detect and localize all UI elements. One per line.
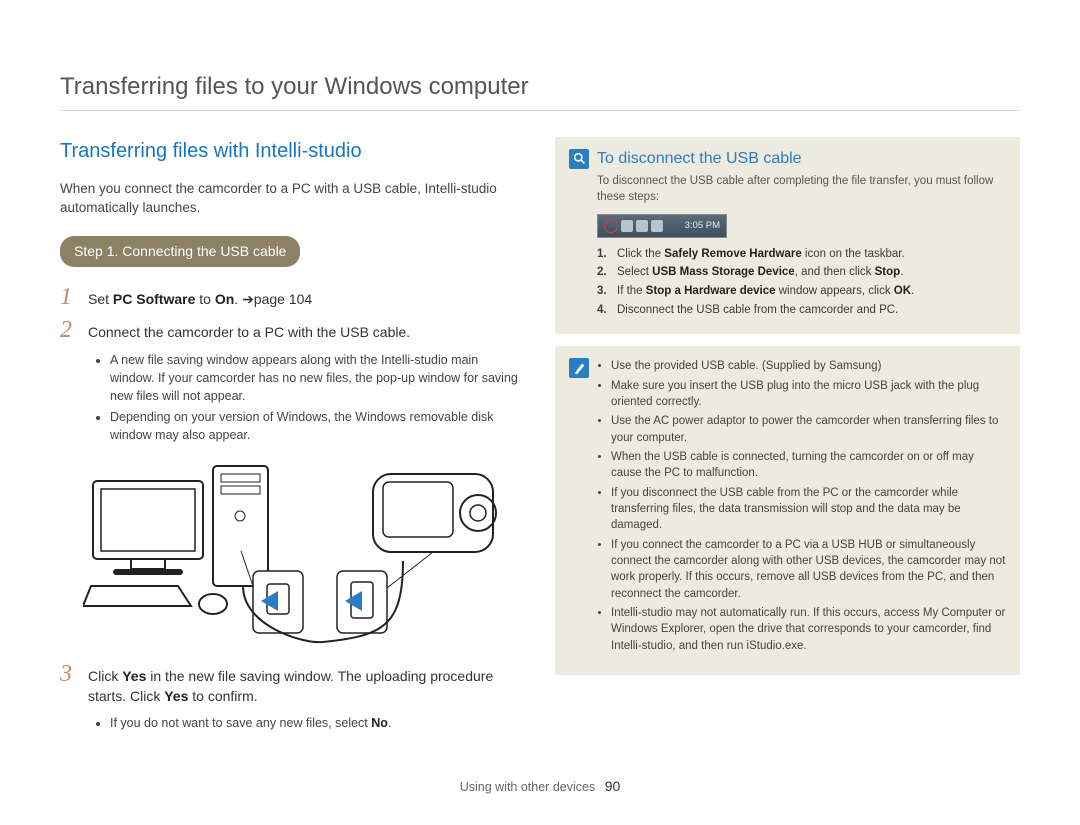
step-item-2: 2 Connect the camcorder to a PC with the… (60, 318, 525, 343)
step-item-1: 1 Set PC Software to On. ➔page 104 (60, 285, 525, 310)
panel-title: To disconnect the USB cable (597, 148, 802, 170)
list-item: 3.If the Stop a Hardware device window a… (597, 283, 1006, 300)
step-text: Click Yes in the new file saving window.… (88, 664, 525, 706)
connection-diagram (83, 456, 503, 646)
disconnect-panel: To disconnect the USB cable To disconnec… (555, 137, 1020, 335)
step-text: Connect the camcorder to a PC with the U… (88, 320, 525, 343)
note-icon (569, 358, 589, 378)
magnify-icon (569, 149, 589, 169)
list-item: A new file saving window appears along w… (110, 351, 525, 405)
sub-bullets: A new file saving window appears along w… (60, 351, 525, 445)
list-item: 2.Select USB Mass Storage Device, and th… (597, 264, 1006, 281)
sub-bullets: If you do not want to save any new files… (60, 714, 525, 732)
list-item: Use the provided USB cable. (Supplied by… (611, 358, 1006, 374)
step-item-3: 3 Click Yes in the new file saving windo… (60, 662, 525, 706)
page-title: Transferring files to your Windows compu… (60, 70, 1020, 111)
list-item: Make sure you insert the USB plug into t… (611, 378, 1006, 411)
notes-panel: Use the provided USB cable. (Supplied by… (555, 346, 1020, 675)
footer-label: Using with other devices (460, 780, 595, 794)
notes-list: Use the provided USB cable. (Supplied by… (597, 358, 1006, 657)
tray-icon (636, 220, 648, 232)
panel-subtext: To disconnect the USB cable after comple… (569, 174, 1006, 206)
list-item: Depending on your version of Windows, th… (110, 408, 525, 444)
step-badge: Step 1. Connecting the USB cable (60, 236, 300, 268)
step-text: Set PC Software to On. ➔page 104 (88, 287, 525, 310)
left-column: Transferring files with Intelli-studio W… (60, 137, 525, 739)
list-item: If you do not want to save any new files… (110, 714, 525, 732)
taskbar-screenshot: 3:05 PM (597, 214, 727, 238)
list-item: Use the AC power adaptor to power the ca… (611, 413, 1006, 446)
page-number: 90 (605, 778, 621, 794)
tray-icon (651, 220, 663, 232)
step-number: 3 (60, 662, 88, 686)
step-number: 2 (60, 318, 88, 342)
list-item: 1.Click the Safely Remove Hardware icon … (597, 246, 1006, 263)
intro-text: When you connect the camcorder to a PC w… (60, 179, 525, 218)
list-item: When the USB cable is connected, turning… (611, 449, 1006, 482)
tray-icon (621, 220, 633, 232)
right-column: To disconnect the USB cable To disconnec… (555, 137, 1020, 739)
page-footer: Using with other devices 90 (0, 777, 1080, 797)
list-item: 4.Disconnect the USB cable from the camc… (597, 302, 1006, 319)
list-item: If you connect the camcorder to a PC via… (611, 537, 1006, 602)
step-number: 1 (60, 285, 88, 309)
safely-remove-icon (604, 219, 618, 233)
numbered-steps: 1.Click the Safely Remove Hardware icon … (569, 246, 1006, 319)
section-heading: Transferring files with Intelli-studio (60, 137, 525, 165)
list-item: Intelli-studio may not automatically run… (611, 605, 1006, 654)
list-item: If you disconnect the USB cable from the… (611, 485, 1006, 534)
taskbar-time: 3:05 PM (685, 219, 720, 232)
